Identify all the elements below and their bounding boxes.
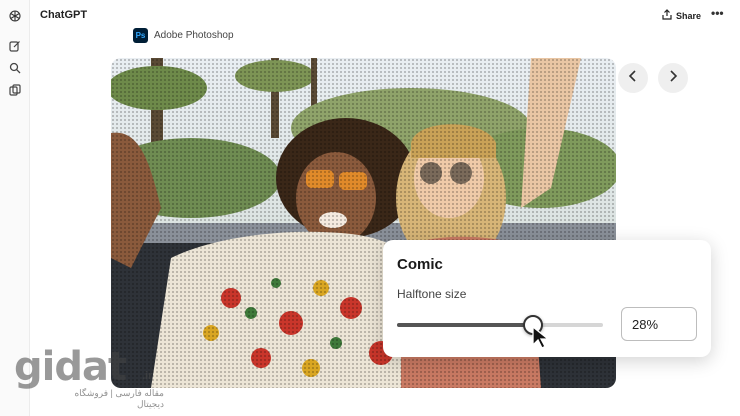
chevron-left-icon <box>628 69 638 87</box>
photoshop-logo-icon: Ps <box>133 28 148 43</box>
openai-logo-icon[interactable] <box>8 9 22 23</box>
panel-title: Comic <box>397 256 443 273</box>
share-label: Share <box>676 10 702 21</box>
watermark-subtitle: مقاله فارسی | فروشگاه دیجیتال <box>74 388 164 409</box>
watermark-word: gidat <box>14 344 127 390</box>
prev-image-button[interactable] <box>618 63 648 93</box>
app-title: ChatGPT <box>40 9 88 21</box>
app-chip-label: Adobe Photoshop <box>154 30 234 41</box>
slider-fill <box>397 323 533 327</box>
halftone-size-value-input[interactable]: 28% <box>621 307 697 341</box>
share-button[interactable]: Share <box>662 9 701 22</box>
share-icon <box>662 9 672 22</box>
app-chip-photoshop[interactable]: Ps Adobe Photoshop <box>133 28 234 43</box>
mouse-pointer-icon <box>531 325 551 355</box>
library-icon[interactable] <box>8 83 22 97</box>
next-image-button[interactable] <box>658 63 688 93</box>
gidat-watermark: gidat .ir مقاله فارسی | فروشگاه دیجیتال <box>14 344 164 409</box>
halftone-size-slider[interactable] <box>397 315 603 335</box>
search-icon[interactable] <box>8 61 22 75</box>
watermark-tld: .ir <box>142 370 153 382</box>
new-chat-icon[interactable] <box>8 39 22 53</box>
more-options-icon[interactable]: ••• <box>711 6 724 20</box>
comic-filter-panel: Comic Halftone size 28% <box>383 240 711 357</box>
chevron-right-icon <box>668 69 678 87</box>
halftone-size-label: Halftone size <box>397 287 467 301</box>
